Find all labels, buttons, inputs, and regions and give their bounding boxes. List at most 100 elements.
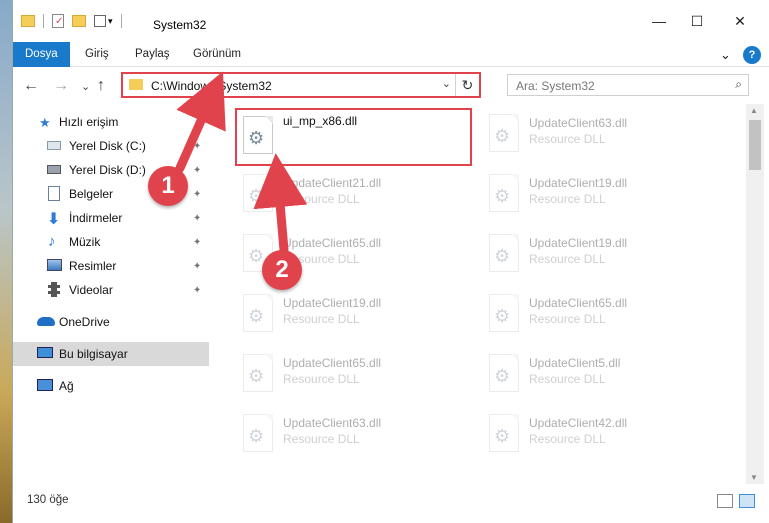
list-item[interactable]: ⚙ UpdateClient19.dll Resource DLL (481, 228, 721, 280)
separator (43, 14, 44, 28)
maximize-button[interactable]: ☐ (679, 10, 715, 32)
details-view-icon[interactable] (717, 494, 733, 508)
file-name: UpdateClient19.dll (529, 236, 628, 250)
sidebar-item-pictures[interactable]: Resimler ✦ (13, 254, 209, 278)
sidebar-item-videos[interactable]: Videolar ✦ (13, 278, 209, 302)
new-folder-icon[interactable] (72, 15, 86, 27)
properties-icon[interactable]: ✓ (52, 14, 64, 28)
list-item[interactable]: ⚙ UpdateClient19.dll Resource DLL (481, 168, 721, 220)
list-item[interactable]: ⚙ UpdateClient65.dll Resource DLL (481, 288, 721, 340)
address-path[interactable]: C:\Windows\System32 (151, 79, 272, 93)
sidebar-item-label: OneDrive (59, 315, 110, 329)
dll-file-icon: ⚙ (489, 174, 519, 212)
gear-icon: ⚙ (248, 426, 265, 446)
tab-file[interactable]: Dosya (13, 42, 70, 67)
sidebar-item-quick-access[interactable]: ★ Hızlı erişim (13, 110, 209, 134)
close-button[interactable]: ✕ (722, 10, 758, 32)
gear-icon: ⚙ (248, 186, 265, 206)
list-item[interactable]: ⚙ UpdateClient63.dll Resource DLL (235, 408, 475, 460)
dll-file-icon: ⚙ (243, 174, 273, 212)
customize-icon[interactable] (94, 15, 106, 27)
large-icons-view-icon[interactable] (739, 494, 755, 508)
list-item[interactable]: ⚙ UpdateClient21.dll Resource DLL (235, 168, 475, 220)
up-button[interactable]: ↑ (97, 77, 105, 95)
pin-icon[interactable]: ✦ (193, 237, 201, 248)
recent-locations-button[interactable]: ⌄ (81, 80, 90, 93)
sidebar-item-label: Müzik (69, 235, 101, 249)
documents-icon (48, 186, 60, 201)
file-name: UpdateClient63.dll (283, 416, 382, 430)
network-icon (37, 379, 53, 391)
ribbon-expand-icon[interactable]: ⌄ (720, 42, 731, 67)
window-title: System32 (153, 18, 207, 32)
folder-icon[interactable] (21, 15, 35, 27)
dll-file-icon: ⚙ (489, 414, 519, 452)
pictures-icon (47, 259, 62, 271)
search-input[interactable]: Ara: System32 ⌕ (507, 74, 749, 96)
tab-share[interactable]: Paylaş (135, 42, 170, 67)
pin-icon[interactable]: ✦ (193, 165, 201, 176)
sidebar-item-music[interactable]: ♪ Müzik ✦ (13, 230, 209, 254)
cloud-icon (37, 317, 55, 326)
chevron-down-icon[interactable]: ▾ (108, 16, 113, 27)
dll-file-icon: ⚙ (489, 354, 519, 392)
status-bar: 130 öğe (13, 486, 769, 516)
list-item[interactable]: ⚙ UpdateClient5.dll Resource DLL (481, 348, 721, 400)
pin-icon[interactable]: ✦ (193, 213, 201, 224)
file-name: UpdateClient42.dll (529, 416, 628, 430)
sidebar-item-onedrive[interactable]: OneDrive (13, 310, 209, 334)
gear-icon: ⚙ (494, 126, 511, 146)
address-dropdown-icon[interactable]: ⌄ (442, 77, 451, 90)
minimize-button[interactable]: — (641, 10, 677, 32)
annotation-badge-step-1: 1 (148, 166, 188, 206)
dll-file-icon: ⚙ (489, 294, 519, 332)
refresh-button[interactable]: ↻ (455, 74, 479, 96)
list-item[interactable]: ⚙ UpdateClient63.dll Resource DLL (481, 108, 721, 160)
file-type: Resource DLL (529, 132, 606, 146)
pin-icon[interactable]: ✦ (193, 141, 201, 152)
drive-icon (47, 141, 61, 150)
dll-file-icon: ⚙ (243, 414, 273, 452)
sidebar-item-label: Videolar (69, 283, 113, 297)
search-icon[interactable]: ⌕ (735, 77, 742, 92)
sidebar-item-network[interactable]: Ağ (13, 374, 209, 398)
list-item[interactable]: ⚙ UpdateClient19.dll Resource DLL (235, 288, 475, 340)
sidebar-item-label: Belgeler (69, 187, 114, 201)
sidebar-item-label: İndirmeler (69, 211, 123, 225)
file-type: Resource DLL (529, 312, 606, 326)
file-name: UpdateClient19.dll (283, 296, 382, 310)
file-type: Resource DLL (529, 432, 606, 446)
sidebar-item-label: Bu bilgisayar (59, 347, 128, 361)
scroll-thumb[interactable] (749, 120, 761, 170)
file-name: UpdateClient5.dll (529, 356, 621, 370)
address-bar[interactable]: C:\Windows\System32 ⌄ ↻ (121, 72, 481, 98)
tab-home[interactable]: Giriş (85, 42, 109, 67)
sidebar-item-label: Yerel Disk (C:) (69, 139, 146, 153)
help-icon[interactable]: ? (743, 46, 761, 64)
sidebar-item-this-pc[interactable]: Bu bilgisayar (13, 342, 209, 366)
drive-icon (47, 165, 61, 174)
list-item[interactable]: ⚙ UpdateClient42.dll Resource DLL (481, 408, 721, 460)
dll-file-icon: ⚙ (243, 294, 273, 332)
scroll-down-icon[interactable]: ▼ (750, 473, 758, 482)
vertical-scrollbar[interactable]: ▲ ▼ (746, 104, 764, 484)
scroll-up-icon[interactable]: ▲ (750, 106, 758, 115)
file-type: Resource DLL (529, 372, 606, 386)
sidebar-item-local-disk-c[interactable]: Yerel Disk (C:) ✦ (13, 134, 209, 158)
gear-icon: ⚙ (248, 306, 265, 326)
list-item[interactable]: ⚙ UpdateClient65.dll Resource DLL (235, 348, 475, 400)
sidebar-item-downloads[interactable]: ⬇ İndirmeler ✦ (13, 206, 209, 230)
forward-button[interactable]: → (53, 77, 69, 95)
separator (120, 14, 122, 28)
pin-icon[interactable]: ✦ (193, 261, 201, 272)
pin-icon[interactable]: ✦ (193, 285, 201, 296)
file-type: Resource DLL (283, 372, 360, 386)
annotation-badge-step-2: 2 (262, 250, 302, 290)
annotation-highlight-file (235, 108, 472, 166)
tab-view[interactable]: Görünüm (193, 42, 241, 67)
pin-icon[interactable]: ✦ (193, 189, 201, 200)
computer-icon (37, 347, 53, 358)
file-name: UpdateClient63.dll (529, 116, 628, 130)
file-name: UpdateClient21.dll (283, 176, 382, 190)
back-button[interactable]: ← (23, 77, 39, 95)
